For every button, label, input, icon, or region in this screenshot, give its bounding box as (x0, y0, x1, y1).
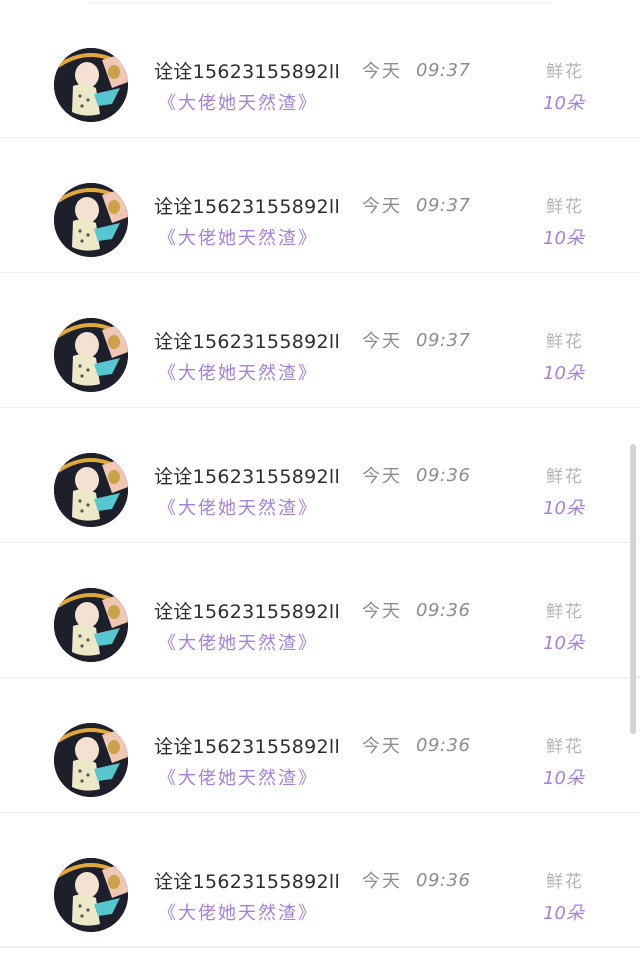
record-time: 09:36 (416, 734, 471, 756)
list-item[interactable]: 诠诠15623155892ll 今天 09:36 《大佬她天然渣》 鲜花 10朵 (0, 813, 640, 948)
vertical-scrollbar[interactable] (630, 444, 636, 734)
gift-count: 10朵 (543, 498, 584, 519)
username[interactable]: 诠诠15623155892ll (154, 462, 340, 489)
gift-type: 鲜花 (546, 872, 584, 892)
avatar[interactable] (54, 48, 128, 122)
avatar[interactable] (54, 453, 128, 527)
record-time: 09:37 (416, 59, 471, 81)
list-item[interactable]: 诠诠15623155892ll 今天 09:36 《大佬她天然渣》 鲜花 10朵 (0, 543, 640, 678)
gift-count: 10朵 (543, 93, 584, 114)
baby-photo-icon (54, 183, 128, 257)
list-item[interactable]: 诠诠15623155892ll 今天 09:36 《大佬她天然渣》 鲜花 10朵 (0, 408, 640, 543)
record-header: 诠诠15623155892ll 今天 09:36 (154, 865, 470, 895)
book-title-link[interactable]: 《大佬她天然渣》 (158, 764, 318, 790)
baby-photo-icon (54, 48, 128, 122)
record-time: 09:37 (416, 194, 471, 216)
baby-photo-icon (54, 453, 128, 527)
record-time: 09:36 (416, 599, 471, 621)
gift-count: 10朵 (543, 228, 584, 249)
record-header: 诠诠15623155892ll 今天 09:37 (154, 55, 470, 85)
book-title-link[interactable]: 《大佬她天然渣》 (158, 224, 318, 250)
username[interactable]: 诠诠15623155892ll (154, 57, 340, 84)
gift-type: 鲜花 (546, 197, 584, 217)
baby-photo-icon (54, 858, 128, 932)
record-header: 诠诠15623155892ll 今天 09:37 (154, 190, 470, 220)
record-time: 09:36 (416, 869, 471, 891)
gift-type: 鲜花 (546, 467, 584, 487)
record-time: 09:36 (416, 464, 471, 486)
gift-type: 鲜花 (546, 62, 584, 82)
book-title-link[interactable]: 《大佬她天然渣》 (158, 629, 318, 655)
record-day: 今天 (362, 196, 403, 217)
record-time: 09:37 (416, 329, 471, 351)
gift-record-screen: 诠诠15623155892ll 今天 09:37 《大佬她天然渣》 鲜花 10朵 (0, 0, 640, 956)
record-day: 今天 (362, 61, 403, 82)
username[interactable]: 诠诠15623155892ll (154, 192, 340, 219)
record-header: 诠诠15623155892ll 今天 09:36 (154, 460, 470, 490)
baby-photo-icon (54, 318, 128, 392)
book-title-link[interactable]: 《大佬她天然渣》 (158, 89, 318, 115)
avatar[interactable] (54, 858, 128, 932)
list-item[interactable]: 诠诠15623155892ll 今天 09:36 《大佬她天然渣》 鲜花 10朵 (0, 678, 640, 813)
username[interactable]: 诠诠15623155892ll (154, 867, 340, 894)
record-header: 诠诠15623155892ll 今天 09:36 (154, 730, 470, 760)
gift-count: 10朵 (543, 363, 584, 384)
record-day: 今天 (362, 601, 403, 622)
avatar[interactable] (54, 183, 128, 257)
book-title-link[interactable]: 《大佬她天然渣》 (158, 359, 318, 385)
avatar[interactable] (54, 318, 128, 392)
gift-count: 10朵 (543, 903, 584, 924)
book-title-link[interactable]: 《大佬她天然渣》 (158, 494, 318, 520)
record-day: 今天 (362, 871, 403, 892)
username[interactable]: 诠诠15623155892ll (154, 327, 340, 354)
baby-photo-icon (54, 588, 128, 662)
record-header: 诠诠15623155892ll 今天 09:36 (154, 595, 470, 625)
baby-photo-icon (54, 723, 128, 797)
record-header: 诠诠15623155892ll 今天 09:37 (154, 325, 470, 355)
gift-type: 鲜花 (546, 737, 584, 757)
list-item[interactable]: 诠诠15623155892ll 今天 09:37 《大佬她天然渣》 鲜花 10朵 (0, 3, 640, 138)
gift-type: 鲜花 (546, 602, 584, 622)
record-day: 今天 (362, 466, 403, 487)
avatar[interactable] (54, 588, 128, 662)
record-day: 今天 (362, 736, 403, 757)
gift-count: 10朵 (543, 633, 584, 654)
list-item[interactable]: 诠诠15623155892ll 今天 09:37 《大佬她天然渣》 鲜花 10朵 (0, 138, 640, 273)
gift-count: 10朵 (543, 768, 584, 789)
list-item[interactable]: 诠诠15623155892ll 今天 09:37 《大佬她天然渣》 鲜花 10朵 (0, 273, 640, 408)
book-title-link[interactable]: 《大佬她天然渣》 (158, 899, 318, 925)
gift-type: 鲜花 (546, 332, 584, 352)
username[interactable]: 诠诠15623155892ll (154, 732, 340, 759)
username[interactable]: 诠诠15623155892ll (154, 597, 340, 624)
record-day: 今天 (362, 331, 403, 352)
avatar[interactable] (54, 723, 128, 797)
